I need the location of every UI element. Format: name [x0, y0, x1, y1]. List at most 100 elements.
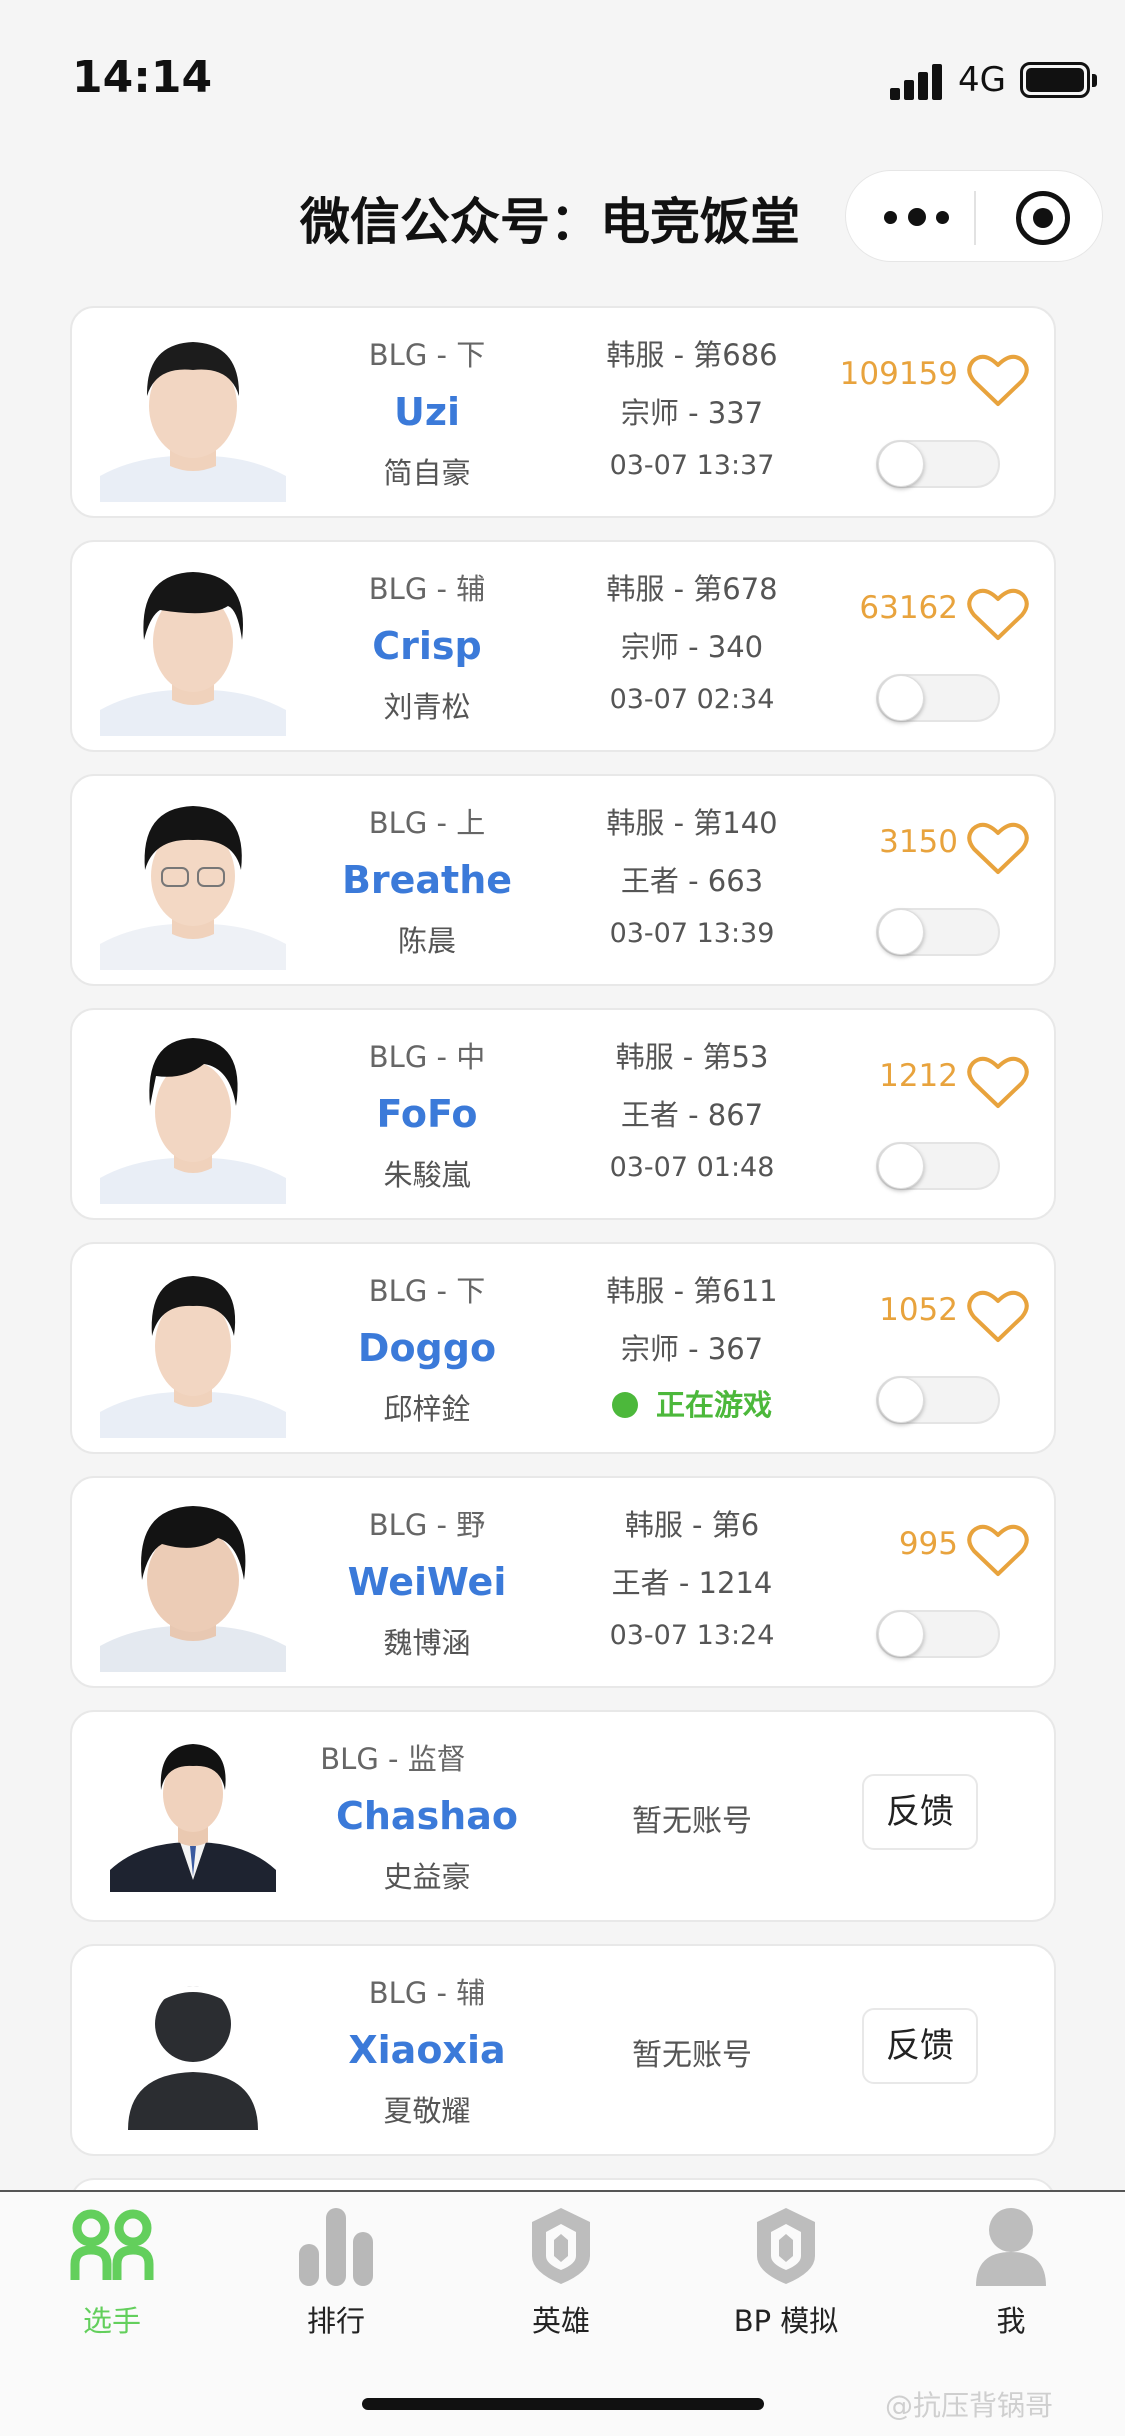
mini-program-capsule [845, 170, 1103, 262]
player-photo [100, 1028, 286, 1204]
player-real-name: 简自豪 [383, 456, 471, 490]
tier-points: 宗师 - 337 [620, 396, 764, 430]
heart-icon[interactable] [967, 1522, 1029, 1578]
close-mini-program-icon[interactable] [1016, 191, 1070, 245]
player-list: BLG - 下 Uzi 简自豪 韩服 - 第686 宗师 - 337 03-07… [70, 306, 1056, 2230]
player-real-name: 魏博涵 [383, 1626, 471, 1660]
tier-points: 王者 - 1214 [611, 1566, 773, 1600]
default-avatar-icon [100, 1964, 286, 2140]
heart-icon[interactable] [967, 352, 1029, 408]
tab-heroes[interactable]: 英雄 [481, 2206, 641, 2340]
tab-me[interactable]: 我 [931, 2206, 1091, 2340]
bp-simulation-icon [757, 2208, 815, 2284]
staff-name[interactable]: Chashao [302, 1794, 552, 1838]
heart-icon[interactable] [967, 820, 1029, 876]
team-position: BLG - 野 [368, 1508, 486, 1542]
team-position: BLG - 下 [368, 338, 486, 372]
battery-tip [1092, 74, 1097, 87]
player-photo [100, 326, 286, 502]
status-time: 14:14 [72, 52, 213, 103]
tab-ranking[interactable]: 排行 [256, 2206, 416, 2340]
tab-label: 排行 [306, 2304, 365, 2338]
network-type: 4G [958, 60, 1006, 100]
player-card[interactable]: BLG - 野 WeiWei 魏博涵 韩服 - 第6 王者 - 1214 03-… [70, 1476, 1056, 1688]
tab-label: 选手 [82, 2304, 141, 2338]
team-position: BLG - 下 [368, 1274, 486, 1308]
follow-toggle[interactable] [876, 1610, 1000, 1658]
follow-toggle[interactable] [876, 908, 1000, 956]
last-played-time: 03-07 01:48 [609, 1152, 775, 1183]
team-position: BLG - 辅 [368, 1976, 486, 2010]
battery-icon [1020, 62, 1090, 98]
heart-icon[interactable] [967, 1054, 1029, 1110]
follow-toggle[interactable] [876, 440, 1000, 488]
last-played-time: 03-07 02:34 [609, 684, 775, 715]
last-played-time: 03-07 13:37 [609, 450, 775, 481]
server-rank: 韩服 - 第53 [615, 1040, 769, 1074]
staff-real-name: 史益豪 [383, 1860, 471, 1894]
page-title: 微信公众号：电竞饭堂 [300, 193, 800, 251]
player-real-name: 陈晨 [397, 924, 456, 958]
staff-card[interactable]: BLG - 监督 Chashao 史益豪 暂无账号 反馈 [70, 1710, 1056, 1922]
last-played-time: 03-07 13:39 [609, 918, 775, 949]
server-rank: 韩服 - 第6 [624, 1508, 760, 1542]
tier-points: 王者 - 867 [620, 1098, 764, 1132]
staff-real-name: 夏敬耀 [383, 2094, 471, 2128]
online-dot-icon [611, 1392, 638, 1418]
player-name[interactable]: Uzi [302, 390, 552, 434]
last-played-time: 03-07 13:24 [609, 1620, 775, 1651]
player-name[interactable]: WeiWei [302, 1560, 552, 1604]
feedback-button[interactable]: 反馈 [862, 1774, 978, 1850]
profile-icon [976, 2208, 1046, 2286]
team-position: BLG - 辅 [368, 572, 486, 606]
player-photo [100, 560, 286, 736]
server-rank: 韩服 - 第611 [606, 1274, 778, 1308]
tab-players[interactable]: 选手 [32, 2206, 192, 2340]
player-name[interactable]: Doggo [302, 1326, 552, 1370]
staff-photo [100, 1730, 286, 1906]
home-indicator [362, 2398, 764, 2410]
team-position: BLG - 监督 [320, 1742, 466, 1776]
player-card[interactable]: BLG - 上 Breathe 陈晨 韩服 - 第140 王者 - 663 03… [70, 774, 1056, 986]
player-card[interactable]: BLG - 下 Uzi 简自豪 韩服 - 第686 宗师 - 337 03-07… [70, 306, 1056, 518]
tier-points: 宗师 - 340 [620, 630, 764, 664]
team-position: BLG - 中 [368, 1040, 486, 1074]
tab-bp-simulation[interactable]: BP 模拟 [706, 2206, 866, 2340]
ranking-icon [299, 2208, 373, 2286]
follow-toggle[interactable] [876, 1376, 1000, 1424]
more-icon[interactable] [884, 201, 954, 231]
like-count: 3150 [879, 824, 958, 860]
no-account-label: 暂无账号 [632, 2038, 752, 2073]
player-name[interactable]: Breathe [302, 858, 552, 902]
team-position: BLG - 上 [368, 806, 486, 840]
tab-label: BP 模拟 [733, 2304, 839, 2338]
player-name[interactable]: FoFo [302, 1092, 552, 1136]
player-real-name: 朱駿嵐 [383, 1158, 471, 1192]
heart-icon[interactable] [967, 1288, 1029, 1344]
tier-points: 宗师 - 367 [620, 1332, 764, 1366]
capsule-divider [974, 191, 976, 245]
signal-icon [890, 64, 946, 100]
follow-toggle[interactable] [876, 1142, 1000, 1190]
like-count: 63162 [859, 590, 958, 626]
feedback-button[interactable]: 反馈 [862, 2008, 978, 2084]
in-game-label: 正在游戏 [655, 1388, 772, 1422]
like-count: 995 [898, 1526, 958, 1562]
follow-toggle[interactable] [876, 674, 1000, 722]
staff-card[interactable]: BLG - 辅 Xiaoxia 夏敬耀 暂无账号 反馈 [70, 1944, 1056, 2156]
heart-icon[interactable] [967, 586, 1029, 642]
player-card[interactable]: BLG - 辅 Crisp 刘青松 韩服 - 第678 宗师 - 340 03-… [70, 540, 1056, 752]
tab-label: 我 [996, 2304, 1026, 2338]
player-card[interactable]: BLG - 下 Doggo 邱梓銓 韩服 - 第611 宗师 - 367 正在游… [70, 1242, 1056, 1454]
player-real-name: 邱梓銓 [383, 1392, 471, 1426]
in-game-status: 正在游戏 [592, 1382, 792, 1424]
player-photo [100, 1496, 286, 1672]
player-card[interactable]: BLG - 中 FoFo 朱駿嵐 韩服 - 第53 王者 - 867 03-07… [70, 1008, 1056, 1220]
no-account-label: 暂无账号 [632, 1804, 752, 1839]
tab-label: 英雄 [531, 2304, 590, 2338]
player-photo [100, 1262, 286, 1438]
staff-name[interactable]: Xiaoxia [302, 2028, 552, 2072]
like-count: 1212 [879, 1058, 958, 1094]
player-name[interactable]: Crisp [302, 624, 552, 668]
server-rank: 韩服 - 第140 [606, 806, 778, 840]
